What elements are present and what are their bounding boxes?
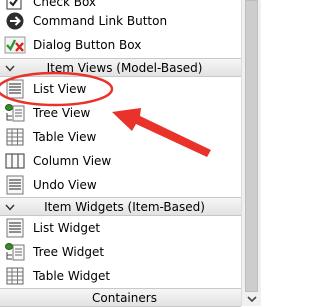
widget-item-undo-view[interactable]: Undo View bbox=[0, 173, 241, 197]
list-view-label: List View bbox=[33, 82, 87, 96]
table-view-label: Table View bbox=[33, 130, 97, 144]
arrow-right-icon bbox=[6, 12, 24, 30]
tree-view-icon bbox=[5, 104, 25, 122]
undo-list-icon bbox=[6, 175, 24, 195]
scrollbar-thumb[interactable] bbox=[245, 0, 258, 292]
column-view-icon bbox=[5, 153, 25, 169]
undo-view-label: Undo View bbox=[33, 178, 97, 192]
scroll-down-arrow-icon[interactable] bbox=[246, 294, 258, 304]
widget-item-tree-view[interactable]: Tree View bbox=[0, 101, 241, 125]
check-cross-icon bbox=[4, 36, 26, 54]
widget-item-dialog-button-box[interactable]: Dialog Button Box bbox=[0, 33, 241, 57]
tree-view-label: Tree View bbox=[33, 106, 91, 120]
widget-item-command-link-button[interactable]: Command Link Button bbox=[0, 9, 241, 33]
widget-item-tree-widget[interactable]: Tree Widget bbox=[0, 240, 241, 264]
tree-widget-icon bbox=[5, 243, 25, 261]
table-widget-label: Table Widget bbox=[33, 269, 111, 283]
tree-widget-label: Tree Widget bbox=[33, 245, 105, 259]
category-item-views[interactable]: Item Views (Model-Based) bbox=[0, 58, 241, 77]
check-box-label: Check Box bbox=[33, 0, 97, 9]
chevron-down-icon[interactable] bbox=[5, 63, 15, 73]
widget-box-list: Check Box Command Link Button Dialog But… bbox=[0, 0, 261, 307]
list-view-icon bbox=[6, 79, 24, 99]
table-widget-icon bbox=[6, 267, 24, 285]
category-containers[interactable]: Containers bbox=[0, 288, 241, 307]
chevron-down-icon[interactable] bbox=[5, 202, 15, 212]
widget-item-table-view[interactable]: Table View bbox=[0, 125, 241, 149]
table-icon bbox=[6, 128, 24, 146]
widget-item-list-view[interactable]: List View bbox=[0, 77, 241, 101]
category-label: Containers bbox=[92, 290, 157, 305]
command-link-button-label: Command Link Button bbox=[33, 14, 168, 28]
category-label: Item Views (Model-Based) bbox=[46, 60, 203, 75]
widget-item-column-view[interactable]: Column View bbox=[0, 149, 241, 173]
widget-item-table-widget[interactable]: Table Widget bbox=[0, 264, 241, 288]
category-label: Item Widgets (Item-Based) bbox=[44, 199, 205, 214]
category-item-widgets[interactable]: Item Widgets (Item-Based) bbox=[0, 197, 241, 216]
dialog-button-box-label: Dialog Button Box bbox=[33, 38, 142, 52]
widget-item-list-widget[interactable]: List Widget bbox=[0, 216, 241, 240]
list-widget-icon bbox=[6, 218, 24, 238]
vertical-scrollbar[interactable] bbox=[241, 0, 261, 306]
list-widget-label: List Widget bbox=[33, 221, 101, 235]
column-view-label: Column View bbox=[33, 154, 112, 168]
